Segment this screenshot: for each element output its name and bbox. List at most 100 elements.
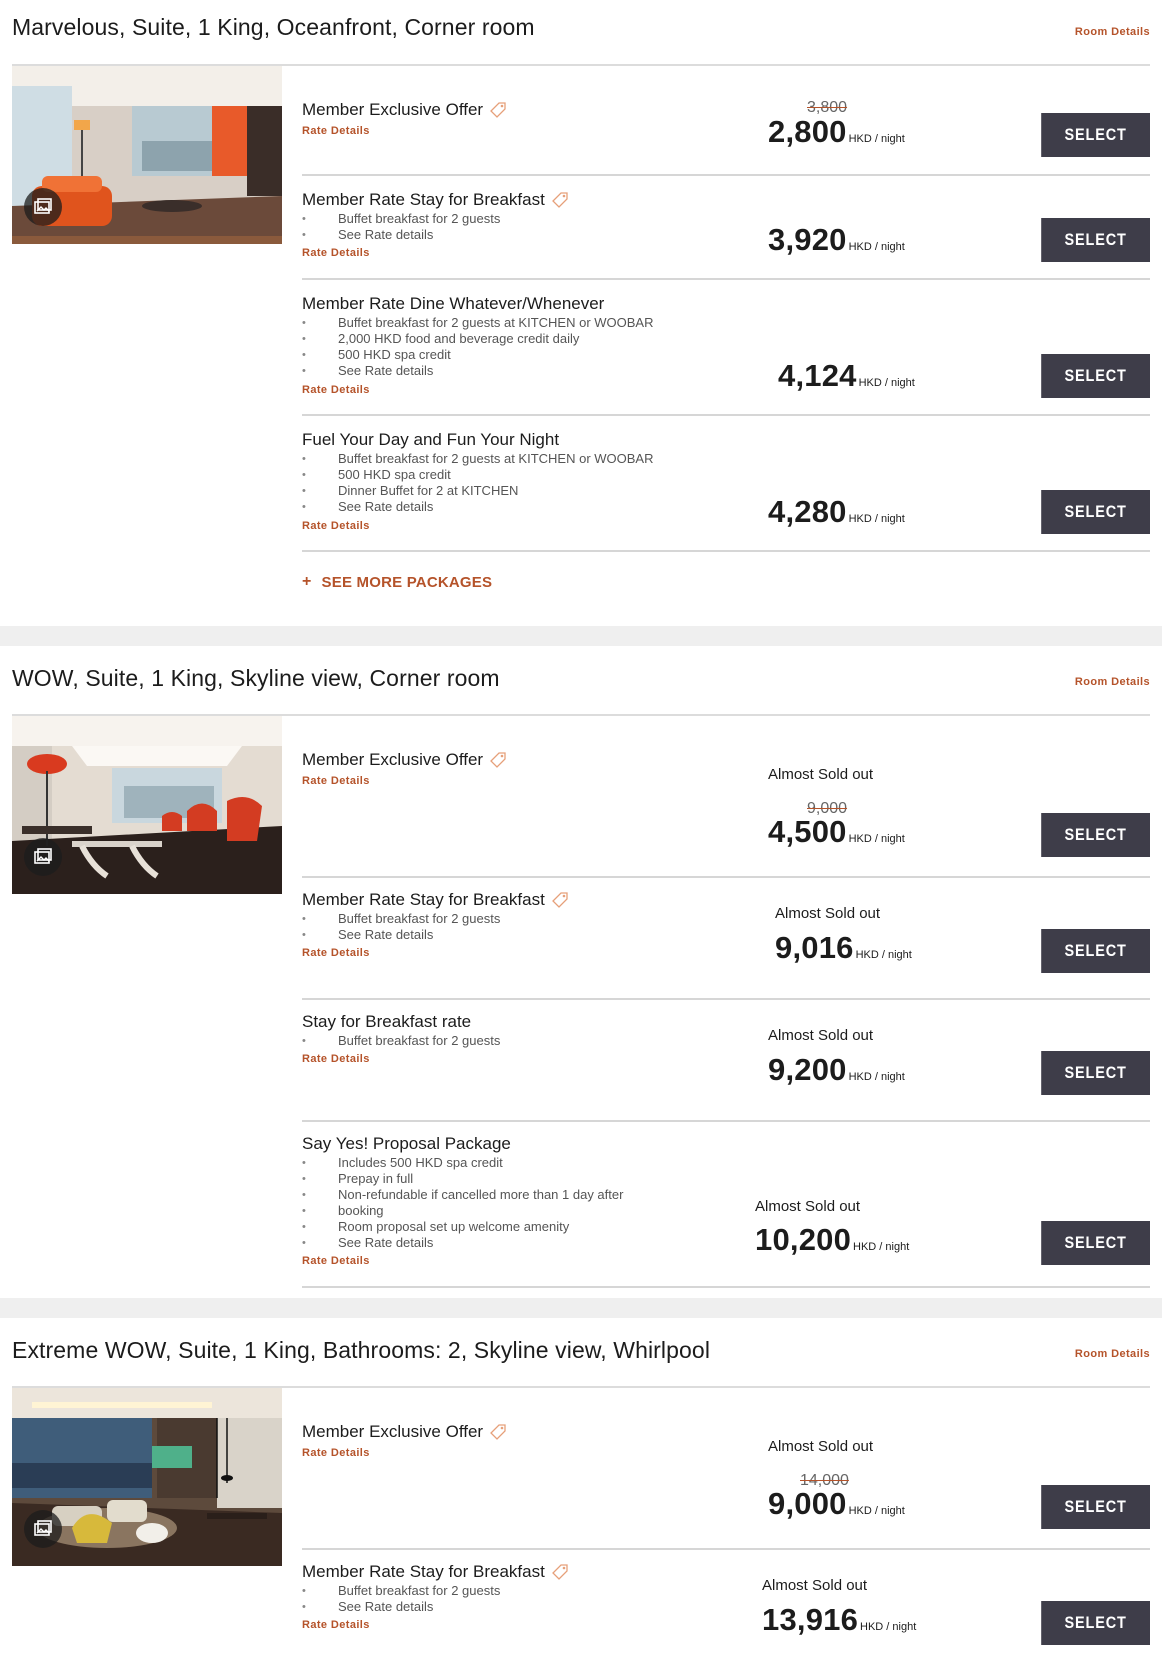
divider: [302, 550, 1150, 552]
gallery-icon[interactable]: [24, 1510, 62, 1548]
list-item: Buffet breakfast for 2 guests: [302, 1033, 500, 1049]
select-button[interactable]: SELECT: [1041, 113, 1150, 157]
list-item: Buffet breakfast for 2 guests: [302, 211, 500, 227]
tag-icon: [551, 892, 568, 908]
rate-row: Member Rate Stay for Breakfast Buffet br…: [302, 1550, 1150, 1664]
select-button[interactable]: SELECT: [1041, 813, 1150, 857]
list-item: 500 HKD spa credit: [302, 467, 654, 483]
availability-status: Almost Sold out: [768, 1027, 874, 1044]
list-item: Non-refundable if cancelled more than 1 …: [302, 1187, 623, 1203]
price-value: 3,920: [768, 222, 847, 257]
rate-details-link[interactable]: Rate Details: [302, 1447, 370, 1459]
rate-name-text: Member Rate Stay for Breakfast: [302, 190, 545, 209]
list-item: See Rate details: [302, 927, 500, 943]
rate-details-link[interactable]: Rate Details: [302, 775, 370, 787]
room-photo[interactable]: [12, 1388, 282, 1566]
rate-name-text: Member Exclusive Offer: [302, 1422, 484, 1441]
price: 9,016 HKD / night: [775, 930, 912, 966]
see-more-packages-button[interactable]: + SEE MORE PACKAGES: [302, 573, 492, 591]
availability-status: Almost Sold out: [755, 1198, 861, 1215]
room-photo[interactable]: [12, 716, 282, 894]
rate-bullets: Buffet breakfast for 2 guests: [302, 1033, 500, 1049]
availability-status: Almost Sold out: [768, 1438, 874, 1455]
rate-details-link[interactable]: Rate Details: [302, 384, 370, 396]
select-button[interactable]: SELECT: [1041, 1221, 1150, 1265]
gallery-icon[interactable]: [24, 188, 62, 226]
rate-name: Fuel Your Day and Fun Your Night: [302, 430, 559, 450]
room-card: Marvelous, Suite, 1 King, Oceanfront, Co…: [0, 0, 1162, 626]
price-unit: HKD / night: [858, 377, 915, 389]
rate-name: Member Exclusive Offer: [302, 100, 507, 120]
rate-row: Fuel Your Day and Fun Your Night Buffet …: [302, 416, 1150, 550]
price-value: 9,200: [768, 1052, 847, 1087]
rate-name: Stay for Breakfast rate: [302, 1012, 471, 1032]
price: 10,200 HKD / night: [755, 1222, 909, 1258]
availability-status: Almost Sold out: [775, 905, 881, 922]
price-value: 9,016: [775, 930, 854, 965]
price-value: 2,800: [768, 114, 847, 149]
divider: [302, 1286, 1150, 1288]
price-unit: HKD / night: [848, 513, 905, 525]
rate-row: Member Rate Stay for Breakfast Buffet br…: [302, 878, 1150, 998]
rate-bullets: Buffet breakfast for 2 guests at KITCHEN…: [302, 315, 654, 379]
rate-name-text: Stay for Breakfast rate: [302, 1012, 472, 1031]
price: 3,920 HKD / night: [768, 222, 905, 258]
price-value: 13,916: [762, 1602, 859, 1637]
room-title: Extreme WOW, Suite, 1 King, Bathrooms: 2…: [12, 1337, 711, 1363]
tag-icon: [490, 102, 506, 118]
price: 2,800 HKD / night: [768, 114, 905, 150]
price: 9,200 HKD / night: [768, 1052, 905, 1088]
select-button[interactable]: SELECT: [1041, 490, 1150, 534]
rate-name: Member Exclusive Offer: [302, 1422, 507, 1442]
rate-name-text: Member Rate Stay for Breakfast: [302, 1562, 545, 1581]
rate-name: Member Rate Stay for Breakfast: [302, 890, 569, 910]
list-item: See Rate details: [302, 363, 654, 379]
rate-details-link[interactable]: Rate Details: [302, 1619, 370, 1631]
tag-icon: [551, 1564, 568, 1580]
room-title: Marvelous, Suite, 1 King, Oceanfront, Co…: [12, 14, 535, 40]
room-card: WOW, Suite, 1 King, Skyline view, Corner…: [0, 646, 1162, 1296]
rate-name: Member Rate Dine Whatever/Whenever: [302, 294, 604, 314]
price: 13,916 HKD / night: [762, 1602, 916, 1638]
room-title: WOW, Suite, 1 King, Skyline view, Corner…: [12, 665, 500, 691]
list-item: Includes 500 HKD spa credit: [302, 1155, 623, 1171]
rate-details-link[interactable]: Rate Details: [302, 1255, 370, 1267]
rate-details-link[interactable]: Rate Details: [302, 125, 370, 137]
rate-details-link[interactable]: Rate Details: [302, 947, 370, 959]
rate-details-link[interactable]: Rate Details: [302, 520, 370, 532]
rate-name-text: Say Yes! Proposal Package: [302, 1134, 511, 1153]
price-unit: HKD / night: [848, 133, 905, 145]
list-item: Buffet breakfast for 2 guests at KITCHEN…: [302, 315, 654, 331]
price-unit: HKD / night: [860, 1621, 917, 1633]
room-details-link[interactable]: Room Details: [1075, 676, 1150, 688]
rate-details-link[interactable]: Rate Details: [302, 1053, 370, 1065]
price-unit: HKD / night: [848, 241, 905, 253]
list-item: Buffet breakfast for 2 guests: [302, 1583, 500, 1599]
price: 4,124 HKD / night: [778, 358, 915, 394]
list-item: 500 HKD spa credit: [302, 347, 654, 363]
gallery-icon[interactable]: [24, 838, 62, 876]
room-photo[interactable]: [12, 66, 282, 244]
section-separator: [0, 1298, 1162, 1318]
select-button[interactable]: SELECT: [1041, 1485, 1150, 1529]
select-button[interactable]: SELECT: [1041, 929, 1150, 973]
price-unit: HKD / night: [848, 1071, 905, 1083]
select-button[interactable]: SELECT: [1041, 218, 1150, 262]
price: 4,280 HKD / night: [768, 494, 905, 530]
rate-bullets: Buffet breakfast for 2 guests See Rate d…: [302, 911, 500, 943]
price-value: 9,000: [768, 1486, 847, 1521]
rate-details-link[interactable]: Rate Details: [302, 247, 370, 259]
list-item: Buffet breakfast for 2 guests at KITCHEN…: [302, 451, 654, 467]
room-details-link[interactable]: Room Details: [1075, 26, 1150, 38]
price: 4,500 HKD / night: [768, 814, 905, 850]
price-unit: HKD / night: [853, 1241, 910, 1253]
rate-row: Say Yes! Proposal Package Includes 500 H…: [302, 1122, 1150, 1288]
select-button[interactable]: SELECT: [1041, 1051, 1150, 1095]
list-item: Dinner Buffet for 2 at KITCHEN: [302, 483, 654, 499]
availability-status: Almost Sold out: [762, 1577, 868, 1594]
select-button[interactable]: SELECT: [1041, 1601, 1150, 1645]
rate-row: Member Exclusive Offer Rate Details 3,80…: [302, 66, 1150, 174]
select-button[interactable]: SELECT: [1041, 354, 1150, 398]
room-details-link[interactable]: Room Details: [1075, 1348, 1150, 1360]
price-value: 4,124: [778, 358, 857, 393]
